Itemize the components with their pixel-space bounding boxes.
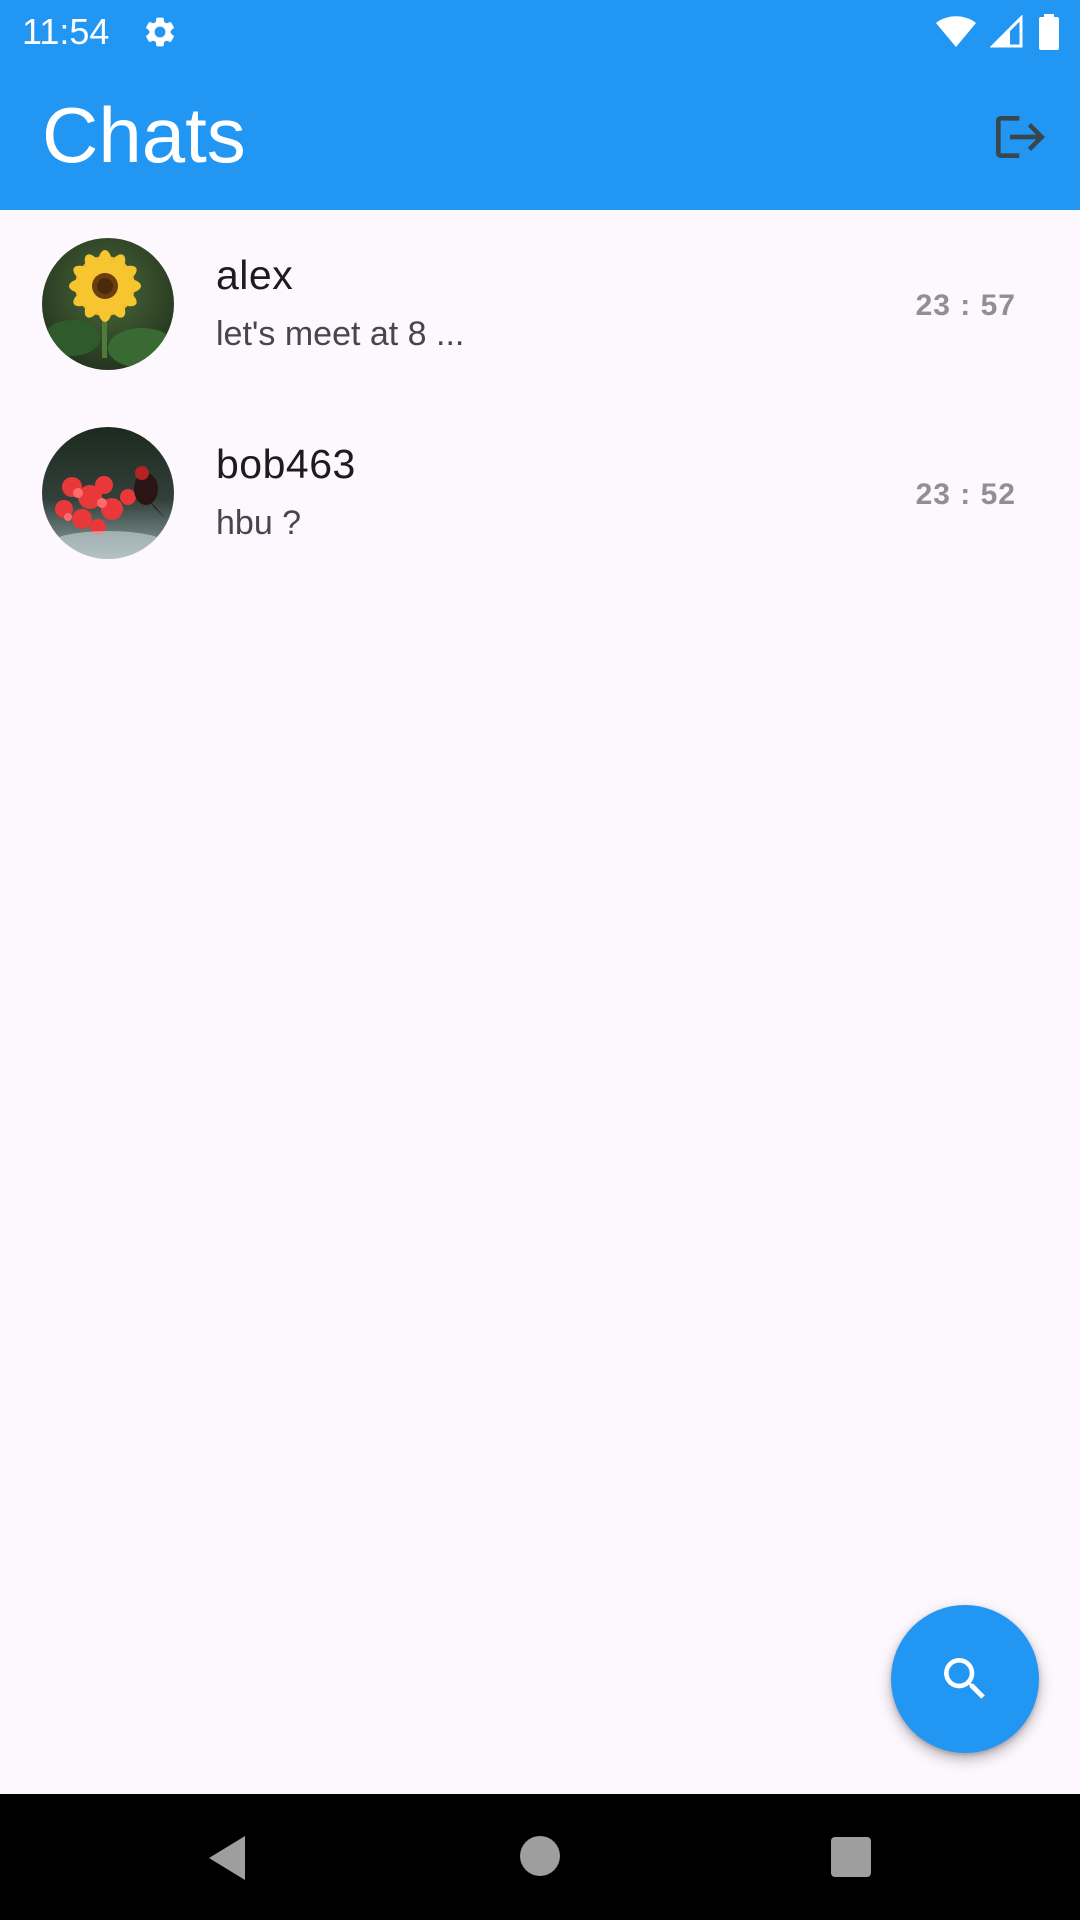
battery-icon	[1039, 14, 1059, 50]
settings-gear-icon	[145, 17, 175, 47]
chat-preview: let's meet at 8 ...	[216, 315, 465, 353]
avatar	[42, 238, 174, 370]
chat-time: 23 : 52	[915, 478, 1016, 511]
sunflower-avatar-image	[42, 238, 174, 370]
search-icon	[944, 1658, 985, 1699]
chat-name: bob463	[216, 441, 356, 487]
home-icon[interactable]	[520, 1836, 560, 1876]
status-time: 11:54	[22, 11, 110, 52]
red-flowers-avatar-image	[42, 427, 174, 559]
chats-screen: 11:54 Chats alex let's meet at 8 ... 23 …	[0, 0, 1080, 1920]
chat-preview: hbu ?	[216, 504, 302, 542]
top-app-bar: 11:54 Chats	[0, 0, 1080, 210]
chat-item-alex[interactable]: alex let's meet at 8 ... 23 : 57	[0, 210, 1080, 399]
logout-button[interactable]	[980, 100, 1054, 174]
logout-icon	[996, 116, 1045, 158]
status-bar: 11:54	[0, 0, 1080, 64]
search-fab-button[interactable]	[891, 1605, 1039, 1753]
chat-time: 23 : 57	[915, 289, 1016, 322]
chat-name: alex	[216, 252, 294, 298]
chat-list: alex let's meet at 8 ... 23 : 57 bob463 …	[0, 210, 1080, 588]
back-icon[interactable]	[205, 1834, 249, 1882]
recents-icon[interactable]	[831, 1837, 871, 1877]
system-navigation-bar	[0, 1794, 1080, 1920]
page-title: Chats	[42, 91, 246, 179]
cell-signal-icon	[990, 15, 1023, 48]
status-icons	[936, 12, 1060, 52]
wifi-icon	[936, 16, 976, 47]
chat-item-bob463[interactable]: bob463 hbu ? 23 : 52	[0, 399, 1080, 588]
avatar	[42, 427, 174, 559]
